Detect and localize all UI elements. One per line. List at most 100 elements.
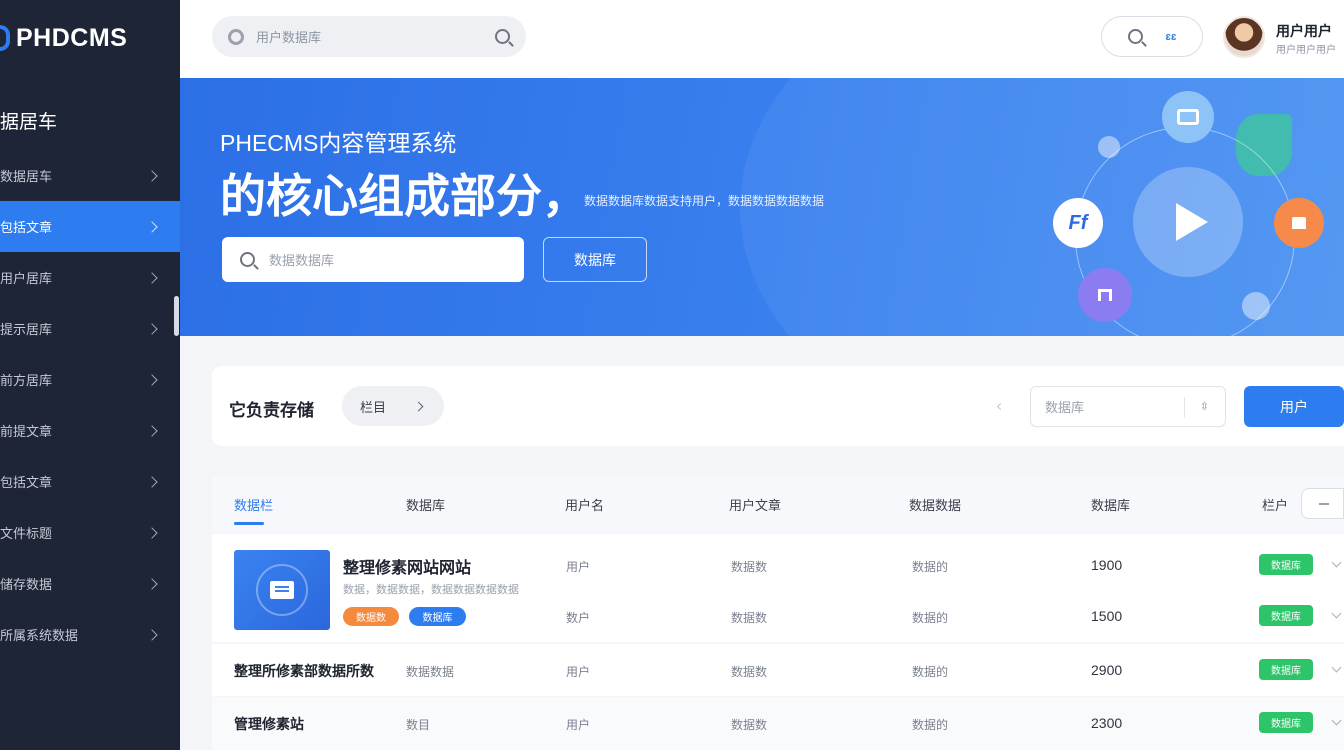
cell-article: 数据数	[731, 718, 768, 732]
chevron-down-icon[interactable]	[1331, 557, 1342, 568]
column-header[interactable]: 数据栏	[234, 495, 273, 514]
cell-article: 数据数	[731, 611, 768, 625]
cell-count: 2900	[1091, 662, 1123, 678]
chevron-right-icon	[146, 526, 158, 539]
column-header[interactable]: 数据库	[1091, 495, 1130, 514]
sidebar-item-2[interactable]: 包括文章	[0, 201, 180, 252]
home-node[interactable]	[1274, 198, 1324, 248]
cell-user: 用户	[566, 560, 591, 574]
pill-code: ԑԑ	[1165, 30, 1177, 43]
monitor-icon	[1177, 109, 1199, 125]
filter-bar: 它负责存储 栏目 数据库 ⇳ 用户	[212, 366, 1344, 446]
chevron-right-icon	[146, 424, 158, 437]
sidebar-item-3[interactable]: 用户居库	[0, 252, 180, 303]
sidebar-item-9[interactable]: 储存数据	[0, 558, 180, 609]
sidebar-item-label: 前方居库	[0, 373, 53, 388]
sidebar-item-1[interactable]: 数据居车	[0, 150, 180, 201]
sidebar-item-7[interactable]: 包括文章	[0, 456, 180, 507]
cell-count: 1500	[1091, 608, 1123, 624]
logo[interactable]: PHDCMS	[0, 20, 127, 56]
sidebar-item-label: 包括文章	[0, 475, 53, 490]
cell-count: 1900	[1091, 557, 1123, 573]
cell-count: 2300	[1091, 715, 1123, 731]
sidebar-item-4[interactable]: 提示居库	[0, 303, 180, 354]
tag-badge[interactable]: 数据数	[343, 607, 399, 626]
table-header: 数据栏 数据库 用户名 用户文章 数据数据 数据库 栏户	[212, 475, 1344, 531]
banner-search-input[interactable]: 数据数据库	[222, 237, 524, 282]
chevron-right-icon	[146, 373, 158, 386]
status-badge: 数据库	[1259, 712, 1313, 733]
sidebar-item-label: 数据居车	[0, 169, 53, 184]
sidebar-menu: 数据居车 包括文章 用户居库 提示居库 前方居库 前提文章 包括文章 文件标题 …	[0, 150, 180, 660]
search-icon	[240, 252, 255, 267]
play-button[interactable]	[1133, 167, 1243, 277]
filter-select[interactable]: 数据库 ⇳	[1030, 386, 1226, 427]
table-row[interactable]: 管理修素站 数目 用户 数据数 数据的 2300 数据库	[212, 697, 1344, 750]
column-header[interactable]: 数据数据	[909, 495, 961, 514]
row-title[interactable]: 整理修素网站网站	[343, 554, 471, 578]
filter-submit-button[interactable]: 用户	[1244, 386, 1344, 427]
chevron-right-icon	[146, 628, 158, 641]
cell-user: 数户	[566, 611, 591, 625]
column-toggle-button[interactable]	[1301, 488, 1344, 519]
banner-description: 数据数据库数据支持用户，数据数据数据数据	[584, 194, 825, 208]
cell-article: 数据数	[731, 560, 768, 574]
sidebar-item-label: 所属系统数据	[0, 628, 79, 643]
banner-subtitle: PHECMS内容管理系统	[220, 130, 457, 156]
chevron-right-icon	[146, 577, 158, 590]
sidebar-item-6[interactable]: 前提文章	[0, 405, 180, 456]
cell-category: 数目	[406, 718, 431, 732]
status-badge: 数据库	[1259, 659, 1313, 680]
cell-category: 数据数据	[406, 665, 455, 679]
house-icon	[1292, 217, 1306, 229]
filter-title: 它负责存储	[229, 401, 314, 420]
column-filter-chip[interactable]: 栏目	[342, 386, 444, 426]
table-row[interactable]: 整理所修素部数据所数 数据数据 用户 数据数 数据的 2900 数据库	[212, 644, 1344, 696]
user-subtitle: 用户用户用户	[1276, 45, 1336, 56]
top-search-input[interactable]: 用户数据库	[212, 16, 526, 57]
sidebar: PHDCMS 据居车 数据居车 包括文章 用户居库 提示居库 前方居库 前提文章…	[0, 0, 180, 750]
thumbnail-ring	[256, 564, 308, 616]
top-action-pill[interactable]: ԑԑ	[1101, 16, 1203, 57]
door-node[interactable]	[1078, 268, 1132, 322]
logo-mark-icon	[0, 25, 10, 51]
sidebar-item-label: 储存数据	[0, 577, 53, 592]
column-header[interactable]: 栏户	[1262, 495, 1288, 514]
play-icon	[1176, 203, 1208, 241]
top-search-placeholder: 用户数据库	[256, 30, 322, 45]
chevron-left-icon[interactable]	[996, 402, 1005, 411]
table-row[interactable]: 整理修素网站网站 数据，数据数据，数据数据数据数据 数据数 数据库 用户 数据数…	[212, 534, 1344, 642]
column-header[interactable]: 数据库	[406, 495, 445, 514]
chevron-down-icon[interactable]	[1331, 608, 1342, 619]
chevron-down-icon[interactable]	[1331, 662, 1342, 673]
banner-search-placeholder: 数据数据库	[269, 253, 335, 268]
sidebar-item-label: 文件标题	[0, 526, 53, 541]
tag-badge[interactable]: 数据库	[409, 607, 466, 626]
cell-user: 用户	[566, 718, 591, 732]
search-icon	[1127, 29, 1143, 44]
chevron-right-icon	[146, 169, 158, 182]
sidebar-item-8[interactable]: 文件标题	[0, 507, 180, 558]
row-title[interactable]: 管理修素站	[234, 714, 304, 734]
active-column-indicator	[234, 522, 264, 525]
monitor-node[interactable]	[1162, 91, 1214, 143]
row-title[interactable]: 整理所修素部数据所数	[234, 661, 374, 681]
topbar: 用户数据库 ԑԑ 用户用户 用户用户用户	[180, 0, 1344, 78]
search-icon[interactable]	[495, 29, 510, 44]
font-node[interactable]: Ff	[1053, 198, 1103, 248]
sidebar-item-5[interactable]: 前方居库	[0, 354, 180, 405]
cell-data: 数据的	[912, 665, 949, 679]
user-name: 用户用户	[1276, 23, 1332, 39]
column-header[interactable]: 用户文章	[729, 495, 781, 514]
orbit-dot	[1242, 292, 1270, 320]
banner-button[interactable]: 数据库	[543, 237, 647, 282]
gear-icon	[228, 28, 244, 45]
chevron-down-icon[interactable]	[1331, 715, 1342, 726]
avatar[interactable]	[1223, 16, 1265, 58]
sort-arrows-icon: ⇳	[1199, 401, 1209, 413]
article-thumbnail[interactable]	[234, 550, 330, 630]
column-header[interactable]: 用户名	[565, 495, 604, 514]
sidebar-scrollbar[interactable]	[174, 296, 179, 336]
hero-banner: PHECMS内容管理系统 的核心组成部分， 数据数据库数据支持用户，数据数据数据…	[180, 78, 1344, 336]
sidebar-item-10[interactable]: 所属系统数据	[0, 609, 180, 660]
